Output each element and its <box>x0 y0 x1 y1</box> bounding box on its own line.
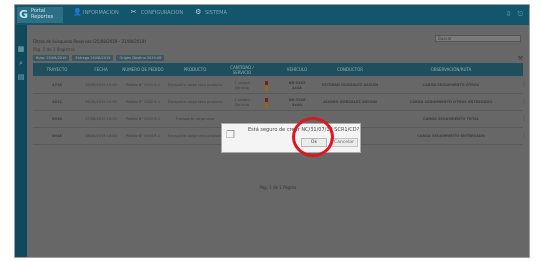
table-row[interactable]: 4812 26/08/2019 10:00 Pedido N° 0002 R-1… <box>33 95 527 111</box>
tools-icon: ✂ <box>130 8 137 16</box>
nav-label: CONFIGURACION <box>140 9 184 16</box>
cell-producto: Transporte carga seca producto <box>167 83 223 88</box>
col-producto[interactable]: PRODUCTO <box>165 63 225 76</box>
cell-pedido: Pedido N° 0001 R-1 <box>125 83 161 88</box>
cell-observacion: CARGA SEGUIMIENTO ENTREGADO <box>417 134 485 139</box>
col-pedido[interactable]: NÚMERO DE PEDIDO <box>121 63 165 76</box>
highlight-circle <box>292 117 334 157</box>
col-trayecto[interactable]: TRAYECTO <box>33 63 81 76</box>
col-flag <box>259 63 273 76</box>
screenshot-frame: G Portal Reportes 👤 INFORMACION ✂ CONFIG… <box>0 0 541 261</box>
main-nav: 👤 INFORMACION ✂ CONFIGURACION ⚙ SISTEMA <box>73 9 227 16</box>
cell-observacion: CARGA SEGUIMIENTO OTROS ENTREGADO <box>409 100 493 105</box>
nav-item-configuracion[interactable]: ✂ CONFIGURACION <box>131 9 183 16</box>
pager-bottom: Pág. 1 de 1 Página <box>259 185 297 190</box>
filter-chip[interactable]: Entrega 25/08/2019 <box>72 55 114 61</box>
cell-fecha: 28/08/2019 10:00 <box>85 134 117 139</box>
cell-conductor: ESTEBAN GONZALEZ ASSIGN <box>321 83 379 88</box>
col-fecha[interactable]: FECHA <box>81 63 121 76</box>
question-icon: ❐ <box>226 130 235 141</box>
col-cantidad[interactable]: CANTIDAD / SERVICIO <box>225 63 259 76</box>
cell-observacion: CARGA SEGUIMIENTO OTROS <box>422 83 480 88</box>
filter-chips: Ruta: 25/08/2019 Entrega 25/08/2019 Orig… <box>33 55 165 61</box>
logo-icon: G <box>19 8 29 21</box>
cell-trayecto: 8948 <box>52 134 62 139</box>
nav-item-sistema[interactable]: ⚙ SISTEMA <box>195 9 227 16</box>
top-bar: G Portal Reportes 👤 INFORMACION ✂ CONFIG… <box>15 5 529 25</box>
row-menu-icon[interactable]: ⋮ <box>521 115 527 122</box>
col-observacion[interactable]: OBSERVACIÓN/RUTA <box>379 63 523 76</box>
cell-cantidad: 1 unidad Servicio <box>225 95 259 110</box>
search-icon[interactable]: ⌕ <box>17 59 25 67</box>
row-menu-icon[interactable]: ⋮ <box>521 98 527 105</box>
nav-label: INFORMACION <box>83 9 119 16</box>
search-input[interactable]: Buscar <box>435 35 521 42</box>
cell-pedido: Pedido N° 0002 R-1 <box>125 100 161 105</box>
col-conductor[interactable]: CONDUCTOR <box>321 63 379 76</box>
row-menu-icon[interactable]: ⋮ <box>521 132 527 139</box>
cell-producto: Transporte carga seca producto <box>167 100 223 105</box>
cell-cantidad: 1 unidad Servicio <box>225 78 259 93</box>
cell-vehiculo: NB-3345 4x4A <box>273 78 321 93</box>
cell-trayecto: 4718 <box>52 83 62 88</box>
logo-text: Portal Reportes <box>31 8 54 20</box>
sidebar: ▦ ⌕ ▤ <box>15 25 27 257</box>
col-vehiculo[interactable]: VEHÍCULO <box>273 63 321 76</box>
cell-vehiculo: NB-3346 4x4A <box>273 95 321 110</box>
cell-observacion: CARGA SEGUIMIENTO TOTAL <box>423 117 479 122</box>
filter-chip[interactable]: Origen Destino 2019-08 <box>116 55 165 61</box>
table-row[interactable]: 4718 25/08/2019 10:00 Pedido N° 0001 R-1… <box>33 78 527 94</box>
cell-pedido: Pedido N° 0003 R-1 <box>125 117 161 122</box>
nav-label: SISTEMA <box>205 9 227 16</box>
cell-trayecto: 8938 <box>52 117 62 122</box>
filter-chip[interactable]: Ruta: 25/08/2019 <box>33 55 70 61</box>
table-header: TRAYECTO FECHA NÚMERO DE PEDIDO PRODUCTO… <box>33 63 523 76</box>
app-logo[interactable]: G Portal Reportes <box>17 7 63 23</box>
servicio-value: Servicio <box>235 102 249 107</box>
download-icon[interactable]: ⇩ <box>506 10 512 18</box>
servicio-value: Servicio <box>235 85 249 90</box>
cell-fecha: 27/08/2019 10:00 <box>85 117 117 122</box>
status-flag <box>259 78 273 93</box>
cancel-button[interactable]: Cancelar <box>330 138 358 147</box>
cell-pedido: Pedido N° 0004 R-1 <box>125 134 161 139</box>
row-menu-icon[interactable]: ⋮ <box>521 81 527 88</box>
vehicle-type: 4x4A <box>292 102 302 107</box>
cell-trayecto: 4812 <box>52 100 62 105</box>
logout-icon[interactable]: ⎋ <box>517 10 523 18</box>
wrench-icon[interactable]: ⚒ <box>518 55 523 62</box>
cell-fecha: 25/08/2019 10:00 <box>85 83 117 88</box>
gear-icon: ⚙ <box>195 8 202 16</box>
chart-icon[interactable]: ▤ <box>17 73 25 81</box>
user-icon: 👤 <box>73 8 82 16</box>
cell-producto: Transporte carga seca producto <box>167 134 223 139</box>
filter-title: Filtros de búsqueda Reservas (25/08/2019… <box>33 39 147 44</box>
cell-producto: Transporte carga seca <box>175 117 215 122</box>
cell-conductor: ALVARO GONZALEZ ASSIGN <box>323 100 377 105</box>
nav-item-informacion[interactable]: 👤 INFORMACION <box>73 9 119 16</box>
confirm-dialog: ❐ Está seguro de crear NC/31/07/19 SCR1/… <box>221 123 361 153</box>
cell-fecha: 26/08/2019 10:00 <box>85 100 117 105</box>
top-right-actions: ⇩ ⎋ <box>506 10 523 18</box>
vehicle-type: 4x4A <box>292 85 302 90</box>
grid-icon[interactable]: ▦ <box>17 45 25 53</box>
pager-top: Pág. 1 de 1 Registros <box>33 47 76 52</box>
status-flag <box>259 95 273 110</box>
